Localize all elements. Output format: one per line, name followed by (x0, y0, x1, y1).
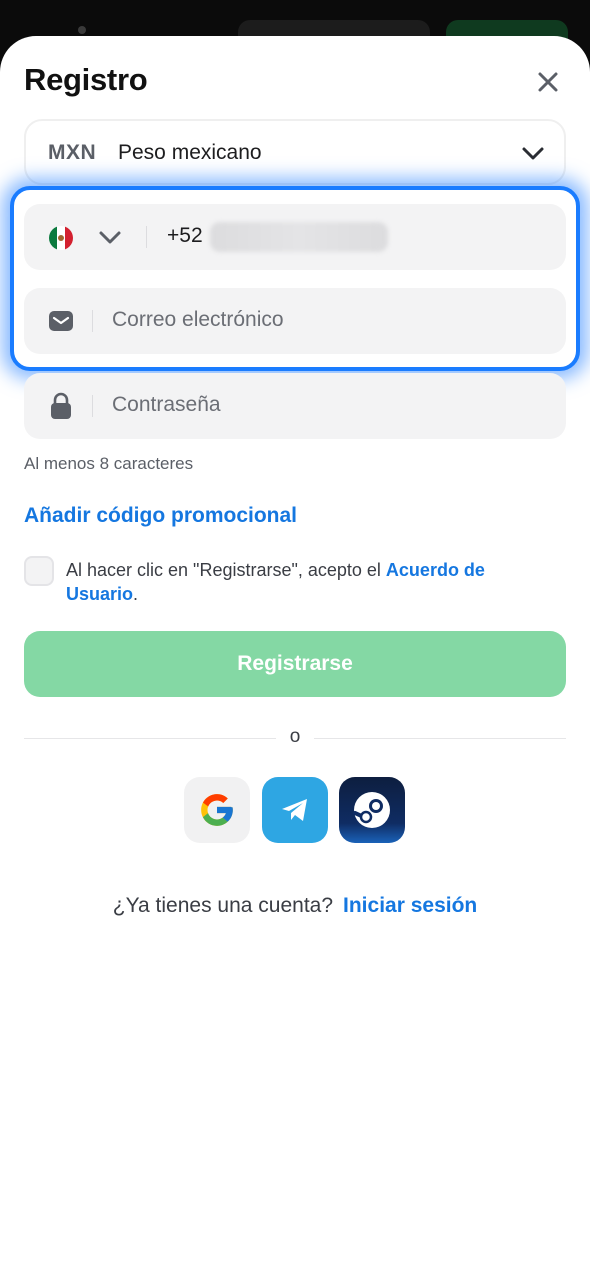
field-separator (92, 395, 93, 417)
email-input[interactable]: Correo electrónico (112, 308, 284, 332)
currency-select[interactable]: MXN Peso mexicano (24, 119, 566, 185)
login-link[interactable]: Iniciar sesión (343, 894, 477, 917)
terms-text-end: . (133, 584, 139, 604)
country-code: +52 (167, 224, 203, 247)
terms-text-body: Al hacer clic en "Registrarse", acepto e… (66, 560, 386, 580)
currency-code: MXN (48, 141, 97, 164)
or-divider: o (24, 726, 566, 747)
envelope-icon (49, 311, 73, 331)
lock-icon (51, 392, 71, 419)
close-button[interactable] (528, 62, 568, 102)
phone-number-input[interactable] (210, 222, 388, 252)
registration-sheet: Registro MXN Peso mexicano +52 Correo el… (0, 36, 590, 1280)
or-label: o (289, 726, 301, 747)
email-field[interactable]: Correo electrónico (24, 288, 566, 354)
google-login-button[interactable] (184, 777, 250, 843)
field-separator (146, 226, 147, 248)
background-dot (78, 26, 86, 34)
password-input[interactable]: Contraseña (112, 393, 221, 417)
terms-checkbox[interactable] (24, 556, 54, 586)
page-title: Registro (24, 62, 148, 97)
register-button[interactable]: Registrarse (24, 631, 566, 697)
telegram-login-button[interactable] (262, 777, 328, 843)
mexico-flag-icon[interactable] (49, 226, 73, 250)
telegram-icon (282, 799, 307, 821)
currency-name: Peso mexicano (118, 141, 262, 164)
phone-field: +52 (24, 204, 566, 270)
close-icon (538, 72, 558, 92)
password-hint: Al menos 8 caracteres (24, 454, 194, 473)
password-field[interactable]: Contraseña (24, 373, 566, 439)
chevron-down-icon (522, 147, 544, 160)
steam-icon (353, 792, 390, 828)
google-icon (201, 794, 233, 826)
chevron-down-icon[interactable] (97, 224, 123, 250)
steam-login-button[interactable] (339, 777, 405, 843)
login-prompt: ¿Ya tienes una cuenta? Iniciar sesión (0, 894, 590, 918)
add-promo-code-link[interactable]: Añadir código promocional (24, 504, 297, 528)
login-question: ¿Ya tienes una cuenta? (112, 894, 334, 917)
terms-text: Al hacer clic en "Registrarse", acepto e… (66, 558, 546, 606)
field-separator (92, 310, 93, 332)
